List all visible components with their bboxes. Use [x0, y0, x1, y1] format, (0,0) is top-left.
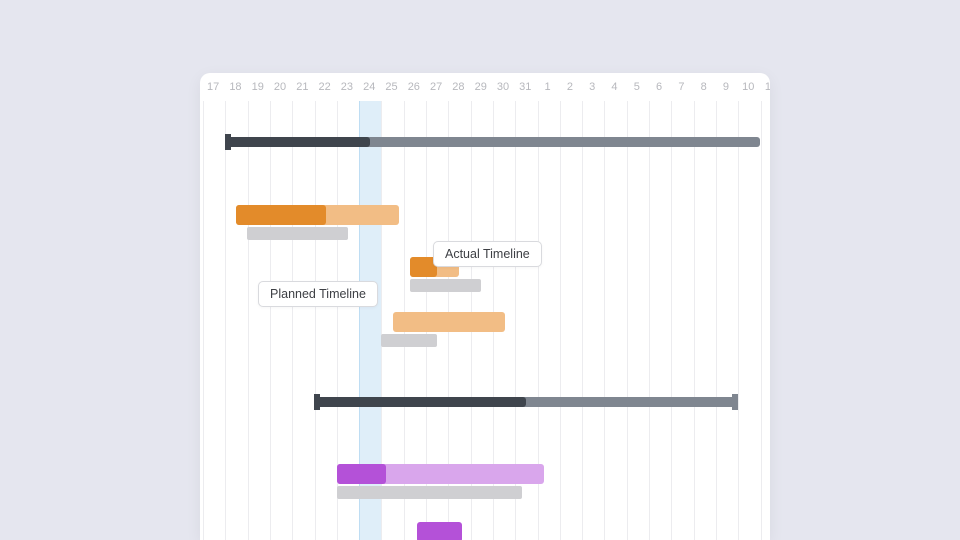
- task-bar-planned-1-2[interactable]: [410, 279, 481, 292]
- planned-timeline-label: Planned Timeline: [258, 281, 378, 307]
- date-col-10: 10: [737, 81, 759, 93]
- date-col-11: 11: [759, 81, 770, 93]
- actual-timeline-label: Actual Timeline: [433, 241, 542, 267]
- date-col-9: 9: [715, 81, 737, 93]
- task-bar-planned-2-1[interactable]: [337, 486, 522, 499]
- date-col-22: 22: [313, 81, 335, 93]
- date-col-7: 7: [670, 81, 692, 93]
- date-col-24: 24: [358, 81, 380, 93]
- date-col-20: 20: [269, 81, 291, 93]
- date-col-6: 6: [648, 81, 670, 93]
- date-col-18: 18: [224, 81, 246, 93]
- gantt-panel: 1718192021222324252627282930311234567891…: [200, 73, 770, 540]
- date-header: 1718192021222324252627282930311234567891…: [200, 73, 770, 101]
- date-col-29: 29: [470, 81, 492, 93]
- date-col-23: 23: [336, 81, 358, 93]
- date-col-27: 27: [425, 81, 447, 93]
- bars-layer: Actual Timeline Planned Timeline: [203, 101, 770, 540]
- date-col-5: 5: [626, 81, 648, 93]
- date-col-3: 3: [581, 81, 603, 93]
- date-col-28: 28: [447, 81, 469, 93]
- date-col-2: 2: [559, 81, 581, 93]
- summary-bar-2[interactable]: [314, 397, 738, 407]
- date-col-25: 25: [380, 81, 402, 93]
- date-col-21: 21: [291, 81, 313, 93]
- task-bar-actual-2-1[interactable]: [337, 464, 544, 484]
- date-col-31: 31: [514, 81, 536, 93]
- date-col-1: 1: [536, 81, 558, 93]
- date-col-8: 8: [693, 81, 715, 93]
- date-col-4: 4: [603, 81, 625, 93]
- summary-bar-1[interactable]: [225, 137, 760, 147]
- task-bar-actual-2-2[interactable]: [417, 522, 462, 540]
- date-col-26: 26: [403, 81, 425, 93]
- task-bar-actual-1-3[interactable]: [393, 312, 505, 332]
- task-bar-planned-1-1[interactable]: [247, 227, 348, 240]
- date-col-30: 30: [492, 81, 514, 93]
- task-bar-planned-1-3[interactable]: [381, 334, 437, 347]
- date-col-19: 19: [247, 81, 269, 93]
- date-col-17: 17: [202, 81, 224, 93]
- task-bar-actual-1-1[interactable]: [236, 205, 399, 225]
